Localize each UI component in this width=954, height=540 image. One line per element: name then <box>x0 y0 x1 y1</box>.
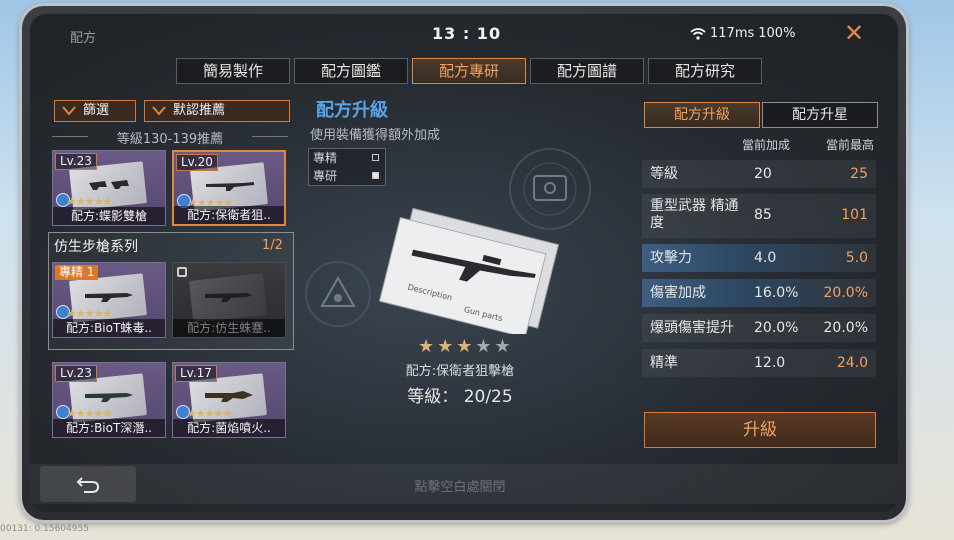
item-stars: ★★★★★ <box>418 336 514 357</box>
back-arrow-icon <box>76 477 100 493</box>
stat-row-accuracy: 精準 12.0 24.0 <box>642 349 876 377</box>
lock-icon <box>177 267 187 277</box>
main-tabs: 簡易製作 配方圖鑑 配方專研 配方圖譜 配方研究 <box>176 58 762 84</box>
close-hint: 點擊空白處關閉 <box>414 480 506 495</box>
upgrade-subtitle: 使用裝備獲得額外加成 <box>310 128 441 143</box>
bio-rifle-icon <box>205 293 253 302</box>
stat-row-level: 等級 20 25 <box>642 160 876 188</box>
card-level: Lv.23 <box>55 365 97 382</box>
card-name: 配方:仿生蛛蹇.. <box>173 319 285 337</box>
card-level: Lv.17 <box>175 365 217 382</box>
recipe-card-locked[interactable]: 配方:仿生蛛蹇.. <box>172 262 286 338</box>
stat-row-headshot: 爆頭傷害提升 20.0% 20.0% <box>642 314 876 342</box>
close-button[interactable]: ✕ <box>842 21 866 46</box>
stat-row-mastery: 重型武器 精通度 85 101 <box>642 194 876 238</box>
blueprint-image: Description Gun parts <box>378 207 560 334</box>
tab-recipe-mastery[interactable]: 配方專研 <box>412 58 526 84</box>
back-button[interactable] <box>40 466 136 502</box>
card-name: 配方:蝶影雙槍 <box>53 207 165 225</box>
battery-text: 100% <box>758 26 796 41</box>
recipe-card[interactable]: Lv.17 ★★★★★ 配方:菌焰噴火.. <box>172 362 286 438</box>
card-name: 配方:保衛者狙.. <box>174 206 284 224</box>
tab-simple-craft[interactable]: 簡易製作 <box>176 58 290 84</box>
recipe-card[interactable]: 專精 1 ★★★★★ 配方:BioT蛛毒.. <box>52 262 166 338</box>
chevron-down-icon <box>152 106 166 116</box>
card-level: Lv.20 <box>176 154 218 171</box>
mastery-legend: 專精 專研 <box>308 148 386 186</box>
legend-row: 專精 <box>309 149 385 167</box>
card-name: 配方:菌焰噴火.. <box>173 419 285 437</box>
ping-text: 117ms <box>710 26 755 41</box>
clock: 13 : 10 <box>432 24 502 43</box>
chevron-down-icon <box>62 106 76 116</box>
series-title: 仿生步槍系列 <box>54 239 138 255</box>
series-count: 1/2 <box>262 238 283 253</box>
recipe-card[interactable]: Lv.23 ★★★★★ 配方:BioT深潛.. <box>52 362 166 438</box>
sniper-rifle-icon <box>206 182 254 191</box>
top-bar: 配方 13 : 10 117ms 100% ✕ <box>30 14 898 54</box>
wifi-icon <box>690 27 706 40</box>
tab-recipe-research[interactable]: 配方研究 <box>648 58 762 84</box>
legend-row: 專研 <box>309 167 385 185</box>
bio-rifle-icon <box>85 293 133 302</box>
sort-button[interactable]: 默認推薦 <box>144 100 290 122</box>
recipe-window: 配方 13 : 10 117ms 100% ✕ 簡易製作 配方圖鑑 配方專研 配… <box>30 14 898 512</box>
twin-pistol-icon <box>89 180 129 190</box>
recommend-section-title: 等級130-139推薦 <box>50 128 290 147</box>
column-max: 當前最高 <box>826 138 875 152</box>
checkbox-filled-icon <box>372 172 379 179</box>
checkbox-empty-icon <box>372 154 379 161</box>
card-name: 配方:BioT深潛.. <box>53 419 165 437</box>
card-level: Lv.23 <box>55 153 97 170</box>
flamethrower-icon <box>205 391 253 402</box>
tech-triangle-deco <box>305 261 371 327</box>
item-name: 配方:保衛者狙擊槍 <box>405 364 515 379</box>
filter-label: 篩選 <box>83 103 110 118</box>
upgrade-button[interactable]: 升級 <box>644 412 876 448</box>
stat-row-attack: 攻擊力 4.0 5.0 <box>642 244 876 272</box>
bio-rifle-icon <box>85 393 133 402</box>
card-name: 配方:BioT蛛毒.. <box>53 319 165 337</box>
tab-recipe-star-up[interactable]: 配方升星 <box>762 102 878 128</box>
recipe-card-selected[interactable]: Lv.20 ★★★★★ 配方:保衛者狙.. <box>172 150 286 226</box>
status-indicators: 117ms 100% <box>690 26 795 41</box>
window-title: 配方 <box>70 31 97 46</box>
filter-button[interactable]: 篩選 <box>54 100 136 122</box>
tab-recipe-atlas[interactable]: 配方圖譜 <box>530 58 644 84</box>
mastery-badge: 專精 1 <box>55 265 99 280</box>
debug-footer: 00131: 0.15604955 <box>0 524 89 534</box>
sort-label: 默認推薦 <box>173 103 226 118</box>
stat-row-damage: 傷害加成 16.0% 20.0% <box>642 279 876 307</box>
tab-recipe-catalog[interactable]: 配方圖鑑 <box>294 58 408 84</box>
recipe-card[interactable]: Lv.23 ★★★★★ 配方:蝶影雙槍 <box>52 150 166 226</box>
tab-recipe-upgrade[interactable]: 配方升級 <box>644 102 760 128</box>
column-current: 當前加成 <box>742 138 791 152</box>
item-level: 等級： 20/25 <box>407 387 513 407</box>
upgrade-title: 配方升級 <box>316 100 388 121</box>
